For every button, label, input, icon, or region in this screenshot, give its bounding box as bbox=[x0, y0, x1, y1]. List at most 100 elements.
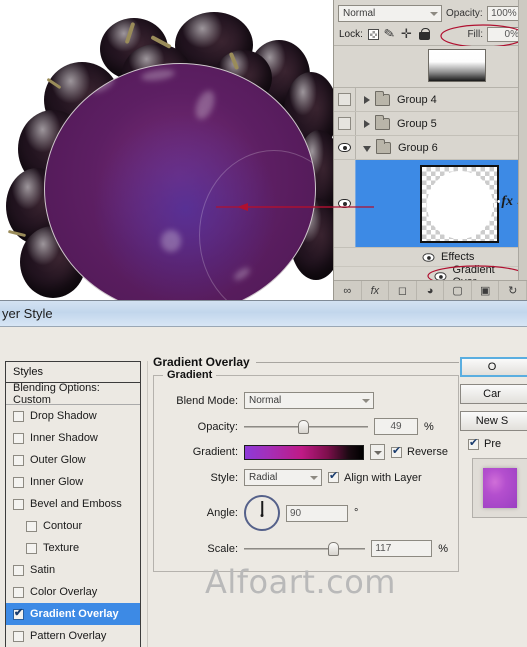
new-style-button[interactable]: New S bbox=[460, 411, 527, 431]
layers-panel[interactable]: Normal Opacity: 100% Lock: Fill: 0% bbox=[216, 0, 527, 306]
checkbox-icon[interactable] bbox=[13, 586, 24, 598]
layers-lock-row: Lock: Fill: 0% bbox=[334, 24, 527, 48]
new-layer-icon[interactable]: ▣ bbox=[472, 281, 500, 300]
checkbox-icon[interactable] bbox=[468, 437, 479, 450]
scale-row: Scale: 117 % bbox=[164, 540, 448, 557]
opacity-input[interactable]: 49 bbox=[374, 418, 418, 435]
gradient-style-select[interactable]: Radial bbox=[244, 469, 322, 486]
style-item-inner-glow[interactable]: Inner Glow bbox=[6, 471, 140, 493]
eye-icon[interactable] bbox=[422, 252, 435, 262]
eye-icon[interactable] bbox=[434, 271, 447, 281]
visibility-toggle[interactable] bbox=[334, 88, 356, 111]
chevron-right-icon[interactable] bbox=[364, 95, 370, 104]
gradient-style-value: Radial bbox=[249, 472, 278, 483]
document-canvas[interactable] bbox=[0, 0, 333, 300]
gradient-swatch[interactable] bbox=[244, 444, 364, 460]
lock-image-icon[interactable] bbox=[385, 29, 396, 40]
effect-label: Effects bbox=[441, 251, 475, 263]
layer-row-group-6[interactable]: Group 6 bbox=[334, 136, 527, 160]
layer-list: Group 4 Group 5 Group 6 •••fx Effects Gr… bbox=[216, 88, 527, 306]
opacity-unit: % bbox=[424, 420, 434, 433]
checkbox-icon[interactable] bbox=[13, 454, 24, 466]
style-item-gradient-overlay[interactable]: Gradient Overlay bbox=[6, 603, 140, 625]
layer-gradient-thumbnail[interactable] bbox=[428, 49, 486, 82]
lock-label: Lock: bbox=[339, 29, 363, 40]
adjustment-layer-icon[interactable]: ◕ bbox=[417, 281, 445, 300]
scale-slider[interactable] bbox=[244, 541, 366, 556]
style-item-satin[interactable]: Satin bbox=[6, 559, 140, 581]
preview-checkbox-row[interactable]: Pre bbox=[468, 437, 527, 450]
opacity-slider[interactable] bbox=[244, 419, 368, 434]
lock-position-icon[interactable] bbox=[401, 26, 413, 42]
fx-icon[interactable]: fx bbox=[362, 281, 390, 300]
blend-mode-select[interactable]: Normal bbox=[244, 392, 374, 409]
opacity-input[interactable]: 100% bbox=[486, 5, 521, 21]
angle-dial[interactable] bbox=[244, 495, 280, 531]
visibility-toggle[interactable] bbox=[334, 136, 356, 159]
gradient-picker-chevron-icon[interactable] bbox=[370, 444, 385, 460]
checkbox-icon[interactable] bbox=[26, 520, 37, 532]
style-item-blending-options[interactable]: Blending Options: Custom bbox=[6, 383, 140, 406]
styles-list[interactable]: Blending Options: Custom Drop Shadow Inn… bbox=[5, 383, 141, 647]
lock-all-icon[interactable] bbox=[418, 27, 430, 40]
checkbox-icon[interactable] bbox=[13, 498, 24, 510]
dialog-title-bar[interactable]: yer Style bbox=[0, 301, 527, 327]
add-mask-icon[interactable]: ◻ bbox=[389, 281, 417, 300]
checkbox-icon[interactable] bbox=[13, 564, 24, 576]
style-item-label: Contour bbox=[43, 520, 83, 532]
style-item-label: Inner Shadow bbox=[30, 432, 98, 444]
scale-input[interactable]: 117 bbox=[371, 540, 433, 557]
new-style-label: New S bbox=[475, 415, 509, 427]
layer-row-selected[interactable]: •••fx bbox=[216, 160, 527, 248]
checkbox-icon[interactable] bbox=[13, 476, 24, 488]
style-item-label: Drop Shadow bbox=[30, 410, 97, 422]
style-item-color-overlay[interactable]: Color Overlay bbox=[6, 581, 140, 603]
style-item-drop-shadow[interactable]: Drop Shadow bbox=[6, 405, 140, 427]
style-item-label: Pattern Overlay bbox=[30, 630, 107, 642]
layer-row-group-4[interactable]: Group 4 bbox=[334, 88, 527, 112]
angle-value: 90 bbox=[290, 507, 302, 519]
checkbox-icon[interactable] bbox=[13, 410, 24, 422]
delete-layer-icon[interactable]: ↻ bbox=[499, 281, 527, 300]
style-item-label: Blending Options: Custom bbox=[13, 383, 100, 406]
gradient-sphere-preview bbox=[44, 63, 316, 300]
visibility-toggle[interactable] bbox=[334, 112, 356, 135]
style-item-pattern-overlay[interactable]: Pattern Overlay bbox=[6, 625, 140, 647]
lock-transparency-icon[interactable] bbox=[367, 29, 379, 40]
new-group-icon[interactable]: ▢ bbox=[444, 281, 472, 300]
style-item-texture[interactable]: Texture bbox=[6, 537, 140, 559]
style-item-contour[interactable]: Contour bbox=[6, 515, 140, 537]
folder-icon bbox=[376, 138, 391, 154]
slider-knob[interactable] bbox=[328, 541, 339, 556]
angle-input[interactable]: 90 bbox=[286, 504, 348, 522]
style-item-inner-shadow[interactable]: Inner Shadow bbox=[6, 427, 140, 449]
chevron-down-icon[interactable] bbox=[363, 145, 371, 152]
styles-header[interactable]: Styles bbox=[5, 361, 141, 383]
style-item-outer-glow[interactable]: Outer Glow bbox=[6, 449, 140, 471]
styles-header-label: Styles bbox=[13, 366, 43, 378]
checkbox-icon[interactable] bbox=[13, 432, 24, 444]
cancel-button[interactable]: Car bbox=[460, 384, 527, 404]
checkbox-icon[interactable] bbox=[391, 445, 402, 458]
checkbox-icon[interactable] bbox=[328, 470, 339, 483]
reverse-checkbox-row[interactable]: Reverse bbox=[391, 445, 448, 458]
layer-row-group-5[interactable]: Group 5 bbox=[334, 112, 527, 136]
link-layers-icon[interactable]: ∞ bbox=[334, 281, 362, 300]
ok-label: O bbox=[487, 361, 497, 373]
reverse-label: Reverse bbox=[407, 446, 448, 458]
chevron-right-icon[interactable] bbox=[364, 119, 370, 128]
checkbox-icon[interactable] bbox=[13, 630, 24, 642]
style-item-bevel-and-emboss[interactable]: Bevel and Emboss bbox=[6, 493, 140, 515]
align-with-layer-row[interactable]: Align with Layer bbox=[328, 470, 422, 484]
blend-mode-dropdown[interactable]: Normal bbox=[338, 4, 442, 22]
eye-off-icon bbox=[338, 117, 351, 130]
slider-knob[interactable] bbox=[298, 419, 309, 434]
checkbox-icon[interactable] bbox=[26, 542, 37, 554]
checkbox-icon[interactable] bbox=[13, 607, 24, 620]
layers-panel-toolbar: ∞ fx ◻ ◕ ▢ ▣ ↻ bbox=[334, 280, 527, 300]
fx-icon[interactable]: •••fx bbox=[488, 194, 513, 210]
ok-button[interactable]: O bbox=[460, 357, 527, 377]
layers-scrollbar[interactable] bbox=[518, 0, 527, 300]
watermark: Alfoart.com bbox=[205, 563, 396, 601]
cancel-label: Car bbox=[483, 388, 501, 400]
